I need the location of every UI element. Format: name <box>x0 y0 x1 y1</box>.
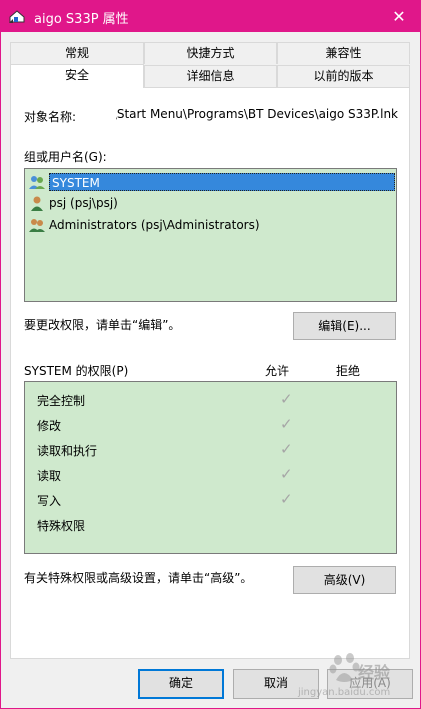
edit-button[interactable]: 编辑(E)... <box>293 312 396 340</box>
permission-name: 修改 <box>37 419 62 433</box>
principal-name: psj (psj\psj) <box>49 196 118 210</box>
allow-check-icon: ✓ <box>280 440 293 458</box>
watermark-brand: 经验 <box>358 663 391 682</box>
permission-row: 读取 ✓ <box>37 465 387 485</box>
baidu-watermark: 经验 jingyan.baidu.com <box>298 650 418 702</box>
principals-list[interactable]: SYSTEM psj (psj\psj) Administrators (psj… <box>24 168 397 302</box>
object-name-path: \Start Menu\Programs\BT Devices\aigo S33… <box>116 107 398 121</box>
tab-details[interactable]: 详细信息 <box>144 65 277 87</box>
allow-check-icon: ✓ <box>280 465 293 483</box>
watermark-url: jingyan.baidu.com <box>298 687 391 698</box>
permission-row: 写入 ✓ <box>37 490 387 510</box>
allow-check-icon: ✓ <box>280 490 293 508</box>
tab-shortcut[interactable]: 快捷方式 <box>144 42 277 64</box>
permission-name: 完全控制 <box>37 394 86 408</box>
tab-security[interactable]: 安全 <box>10 64 144 88</box>
allow-check-icon: ✓ <box>280 390 293 408</box>
shortcut-app-icon <box>9 10 25 23</box>
edit-hint: 要更改权限，请单击“编辑”。 <box>24 318 181 332</box>
window-title: aigo S33P 属性 <box>34 12 129 27</box>
permission-row: 完全控制 ✓ <box>37 390 387 410</box>
object-name-value: s\Start Menu\Programs\BT Devices\aigo S3… <box>116 107 398 125</box>
list-item-administrators[interactable]: Administrators (psj\Administrators) <box>29 215 395 235</box>
advanced-button[interactable]: 高级(V) <box>293 566 396 594</box>
user-icon <box>31 196 43 211</box>
permissions-label: SYSTEM 的权限(P) <box>24 364 129 378</box>
permission-row: 修改 ✓ <box>37 415 387 435</box>
permission-name: 特殊权限 <box>37 519 86 533</box>
group-user-label: 组或用户名(G): <box>24 150 107 164</box>
permission-row: 读取和执行 ✓ <box>37 440 387 460</box>
advanced-hint: 有关特殊权限或高级设置，请单击“高级”。 <box>24 571 253 585</box>
principal-name: SYSTEM <box>49 173 395 191</box>
permission-name: 写入 <box>37 494 62 508</box>
allow-header: 允许 <box>265 364 290 378</box>
users-group-icon <box>29 219 45 232</box>
deny-header: 拒绝 <box>336 364 361 378</box>
close-button[interactable]: ✕ <box>377 0 421 32</box>
permission-name: 读取和执行 <box>37 444 98 458</box>
users-group-icon <box>29 176 45 189</box>
principal-name: Administrators (psj\Administrators) <box>49 218 260 232</box>
ok-button[interactable]: 确定 <box>138 669 224 699</box>
tab-compatibility[interactable]: 兼容性 <box>277 42 410 64</box>
permission-name: 读取 <box>37 469 62 483</box>
list-item-psj[interactable]: psj (psj\psj) <box>29 193 395 213</box>
title-bar[interactable]: aigo S33P 属性 ✕ <box>0 0 421 32</box>
permissions-list[interactable]: 完全控制 ✓ 修改 ✓ 读取和执行 ✓ 读取 ✓ 写入 ✓ 特殊权限 <box>24 381 397 554</box>
list-item-system[interactable]: SYSTEM <box>29 172 395 192</box>
close-icon: ✕ <box>392 6 406 26</box>
allow-check-icon: ✓ <box>280 415 293 433</box>
tab-general[interactable]: 常规 <box>10 42 144 64</box>
permission-row: 特殊权限 <box>37 515 387 535</box>
object-name-label: 对象名称: <box>24 110 77 124</box>
tab-previous-versions[interactable]: 以前的版本 <box>277 65 410 87</box>
